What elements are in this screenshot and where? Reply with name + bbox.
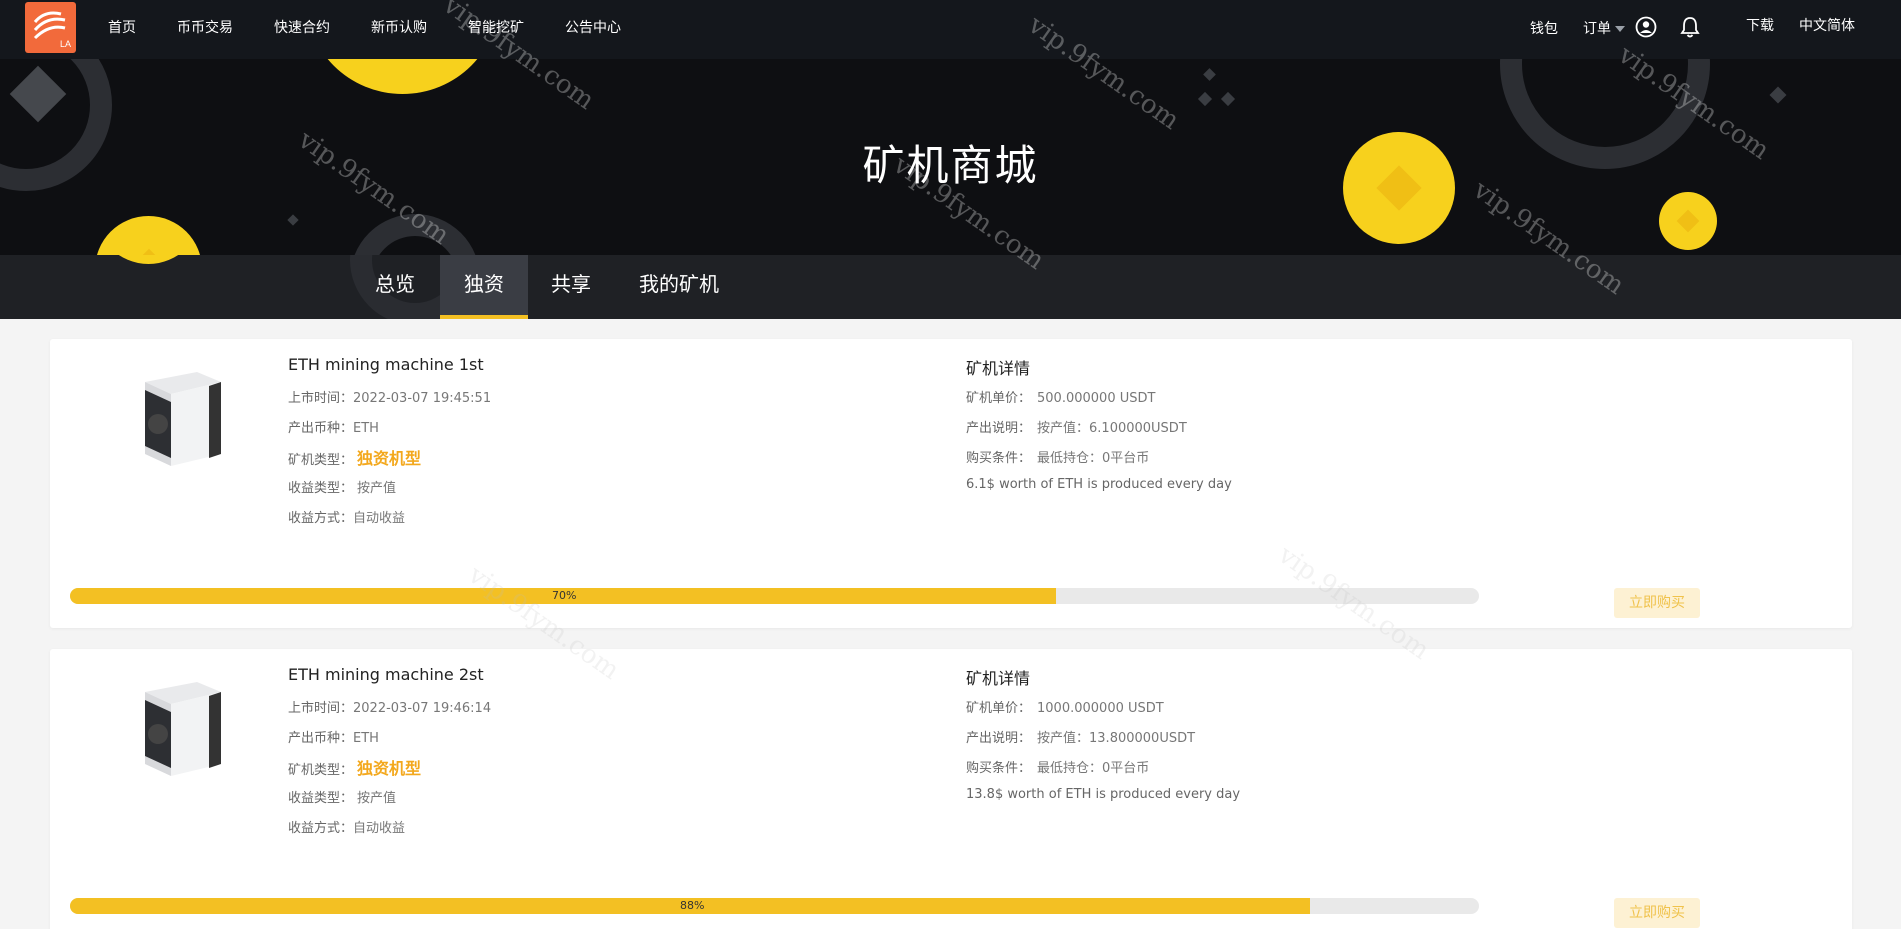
wallet-link[interactable]: 钱包 (1530, 18, 1558, 38)
tab-shared[interactable]: 共享 (545, 255, 597, 319)
daily-output: 13.8$ worth of ETH is produced every day (966, 787, 1241, 802)
machine-name: ETH mining machine 2st (288, 665, 484, 684)
main-nav: 首页 币币交易 快速合约 新币认购 智能挖矿 公告中心 (108, 0, 662, 54)
listing-time-row: 上市时间：2022-03-07 19:45:51 (288, 391, 492, 406)
user-icon[interactable] (1635, 16, 1657, 42)
condition-row: 购买条件： 最低持仓：0平台币 (966, 761, 1150, 776)
progress-bar: 70% (70, 588, 1479, 604)
top-navbar: LA 首页 币币交易 快速合约 新币认购 智能挖矿 公告中心 钱包 订单 下载 … (0, 0, 1901, 59)
income-method-row: 收益方式：自动收益 (288, 511, 406, 526)
mining-machine-image (145, 682, 221, 776)
hero-banner: 矿机商城 (0, 59, 1901, 255)
income-method-row: 收益方式：自动收益 (288, 821, 406, 836)
details-title: 矿机详情 (966, 669, 1031, 688)
nav-new-coin[interactable]: 新币认购 (371, 17, 427, 37)
coin-row: 产出币种：ETH (288, 421, 379, 436)
bell-icon[interactable] (1680, 16, 1700, 42)
output-row: 产出说明： 按产值：13.800000USDT (966, 731, 1196, 746)
progress-label: 70% (552, 589, 577, 602)
decor-diamond (287, 214, 299, 226)
tab-bar: 总览 独资 共享 我的矿机 (0, 255, 1901, 319)
miner-card: ETH mining machine 2st 上市时间：2022-03-07 1… (50, 649, 1852, 929)
machine-type-row: 矿机类型： 独资机型 (288, 759, 422, 778)
income-type-row: 收益类型： 按产值 (288, 481, 397, 496)
nav-home[interactable]: 首页 (108, 17, 136, 37)
miner-card: ETH mining machine 1st 上市时间：2022-03-07 1… (50, 339, 1852, 628)
income-type-row: 收益类型： 按产值 (288, 791, 397, 806)
decor-coin (95, 255, 202, 264)
unit-price-row: 矿机单价： 500.000000 USDT (966, 391, 1156, 406)
decor-coin (1659, 192, 1717, 250)
coin-row: 产出币种：ETH (288, 731, 379, 746)
condition-row: 购买条件： 最低持仓：0平台币 (966, 451, 1150, 466)
machine-type-row: 矿机类型： 独资机型 (288, 449, 422, 468)
page-title: 矿机商城 (862, 141, 1039, 190)
progress-bar: 88% (70, 898, 1479, 914)
decor-ring (350, 214, 480, 255)
progress-label: 88% (680, 899, 705, 912)
decor-coin (305, 59, 500, 94)
nav-announcements[interactable]: 公告中心 (565, 17, 621, 37)
daily-output: 6.1$ worth of ETH is produced every day (966, 477, 1232, 492)
decor-diamond (1197, 91, 1213, 107)
download-link[interactable]: 下载 (1746, 15, 1774, 35)
nav-spot-trading[interactable]: 币币交易 (177, 17, 233, 37)
nav-quick-contract[interactable]: 快速合约 (274, 17, 330, 37)
decor-coin (95, 216, 202, 255)
unit-price-row: 矿机单价： 1000.000000 USDT (966, 701, 1164, 716)
output-row: 产出说明： 按产值：6.100000USDT (966, 421, 1187, 436)
orders-dropdown[interactable]: 订单 (1583, 18, 1625, 38)
mining-machine-image (145, 372, 221, 466)
buy-now-button[interactable]: 立即购买 (1614, 588, 1700, 618)
chevron-down-icon (1615, 26, 1625, 32)
decor-diamond (1220, 91, 1236, 107)
details-title: 矿机详情 (966, 359, 1031, 378)
logo-text: LA (59, 39, 71, 49)
decor-diamond (1769, 86, 1787, 104)
buy-now-button[interactable]: 立即购买 (1614, 898, 1700, 928)
logo[interactable]: LA (25, 2, 76, 53)
tab-solo[interactable]: 独资 (440, 255, 528, 319)
decor-diamond (1203, 68, 1216, 81)
tab-my-miners[interactable]: 我的矿机 (635, 255, 723, 319)
orders-label: 订单 (1583, 21, 1611, 37)
language-select[interactable]: 中文简体 (1799, 15, 1855, 35)
listing-time-row: 上市时间：2022-03-07 19:46:14 (288, 701, 492, 716)
machine-name: ETH mining machine 1st (288, 355, 484, 374)
tab-overview[interactable]: 总览 (370, 255, 420, 319)
nav-mining[interactable]: 智能挖矿 (468, 17, 524, 37)
